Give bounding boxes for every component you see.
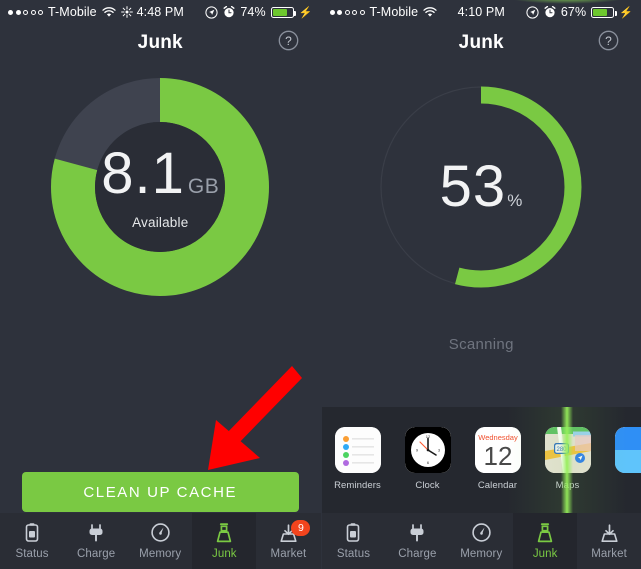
tab-label: Market <box>591 548 627 560</box>
tab-label: Junk <box>532 548 558 560</box>
signal-strength-dots-icon <box>8 9 43 15</box>
tab-label: Junk <box>211 548 237 560</box>
tab-label: Memory <box>460 548 503 560</box>
tab-market[interactable]: 9 Market <box>256 513 320 569</box>
status-bar-right: 67% ⚡ <box>526 5 633 19</box>
app-header: Junk ? <box>0 24 321 62</box>
tab-charge[interactable]: Charge <box>385 513 449 569</box>
tab-bar: Status Charge Memory Junk Market <box>321 513 641 569</box>
svg-text:?: ? <box>285 34 292 48</box>
battery-icon <box>270 6 297 18</box>
left-phone-screen: T-Mobile 4:48 PM 74% ⚡ Junk ? 8.1 GB Ava… <box>0 0 321 569</box>
signal-strength-dots-icon <box>329 9 365 15</box>
tab-junk[interactable]: Junk <box>513 513 578 569</box>
list-item[interactable]: Wednesday 12 Calendar <box>470 427 526 491</box>
app-label: Maps <box>555 480 580 491</box>
page-title: Junk <box>137 32 183 53</box>
tab-label: Charge <box>398 548 437 560</box>
dual-screenshot-comparison: T-Mobile 4:48 PM 74% ⚡ Junk ? 8.1 GB Ava… <box>0 0 641 569</box>
tab-market[interactable]: Market <box>577 513 641 569</box>
tab-label: Market <box>270 548 307 560</box>
status-bar: T-Mobile 4:10 PM 67% ⚡ <box>322 0 641 24</box>
calendar-day-text: 12 <box>483 441 512 471</box>
svg-text:?: ? <box>605 34 612 48</box>
app-label: Calendar <box>477 480 518 491</box>
tab-memory[interactable]: Memory <box>449 513 513 569</box>
tab-junk[interactable]: Junk <box>192 513 257 569</box>
status-bar-left: T-Mobile <box>329 5 438 19</box>
clock-app-icon: 12 3 6 9 <box>404 427 451 473</box>
battery-percentage: 67% <box>560 5 587 19</box>
page-title: Junk <box>458 32 504 53</box>
list-item[interactable]: 280 Maps <box>540 427 596 491</box>
market-badge-count: 9 <box>291 520 311 536</box>
scan-progress-donut: 53 % <box>322 62 641 312</box>
location-services-icon <box>526 5 539 19</box>
location-services-icon <box>205 5 218 19</box>
list-item[interactable]: 12 3 6 9 Clock <box>400 427 456 491</box>
clean-up-cache-area: CLEAN UP CACHE <box>0 472 321 512</box>
battery-percentage: 74% <box>240 5 266 19</box>
calendar-app-icon: Wednesday 12 <box>474 427 521 473</box>
tab-label: Memory <box>139 548 182 560</box>
list-item[interactable] <box>610 427 641 480</box>
tab-charge[interactable]: Charge <box>64 513 128 569</box>
wifi-icon <box>423 6 437 18</box>
list-item[interactable]: Reminders <box>330 427 386 491</box>
help-question-icon[interactable]: ? <box>278 30 299 56</box>
partial-app-icon <box>614 427 641 473</box>
tab-status[interactable]: Status <box>0 513 64 569</box>
tab-label: Charge <box>76 548 116 560</box>
battery-icon <box>591 6 617 18</box>
scan-status-label: Scanning <box>448 336 514 353</box>
tab-label: Status <box>336 548 371 560</box>
alarm-clock-icon <box>223 6 235 18</box>
alarm-clock-icon <box>544 6 556 18</box>
app-label: Reminders <box>334 480 381 491</box>
app-label: Clock <box>415 480 440 491</box>
reminders-app-icon <box>334 427 381 473</box>
status-bar: T-Mobile 4:48 PM 74% ⚡ <box>0 0 321 24</box>
brightness-icon <box>120 6 133 18</box>
tab-memory[interactable]: Memory <box>128 513 192 569</box>
wifi-icon <box>102 6 116 18</box>
lightning-bolt-icon: ⚡ <box>619 6 633 19</box>
scanned-apps-drawer: Reminders 12 3 6 9 Clock Wednesday 12 Ca… <box>321 407 641 513</box>
maps-app-icon: 280 <box>544 427 591 473</box>
tab-bar: Status Charge Memory Junk 9 Market <box>0 513 321 569</box>
app-icon-list: Reminders 12 3 6 9 Clock Wednesday 12 Ca… <box>322 407 641 491</box>
tab-label: Status <box>15 548 49 560</box>
carrier-name: T-Mobile <box>48 5 97 19</box>
clean-up-cache-button[interactable]: CLEAN UP CACHE <box>22 472 299 512</box>
lightning-bolt-icon: ⚡ <box>298 6 313 19</box>
help-question-icon[interactable]: ? <box>598 30 619 56</box>
tab-status[interactable]: Status <box>322 513 386 569</box>
status-bar-left: T-Mobile <box>8 5 133 19</box>
right-phone-screen: T-Mobile 4:10 PM 67% ⚡ Junk ? 53 % Scann… <box>320 0 641 569</box>
route-shield-number: 280 <box>556 447 567 453</box>
annotation-arrow-icon <box>196 362 306 482</box>
carrier-name: T-Mobile <box>369 5 419 19</box>
app-header: Junk ? <box>322 24 641 62</box>
svg-text:12: 12 <box>425 434 430 439</box>
storage-donut-chart: 8.1 GB Available <box>0 62 321 312</box>
status-bar-right: 74% ⚡ <box>205 5 312 19</box>
